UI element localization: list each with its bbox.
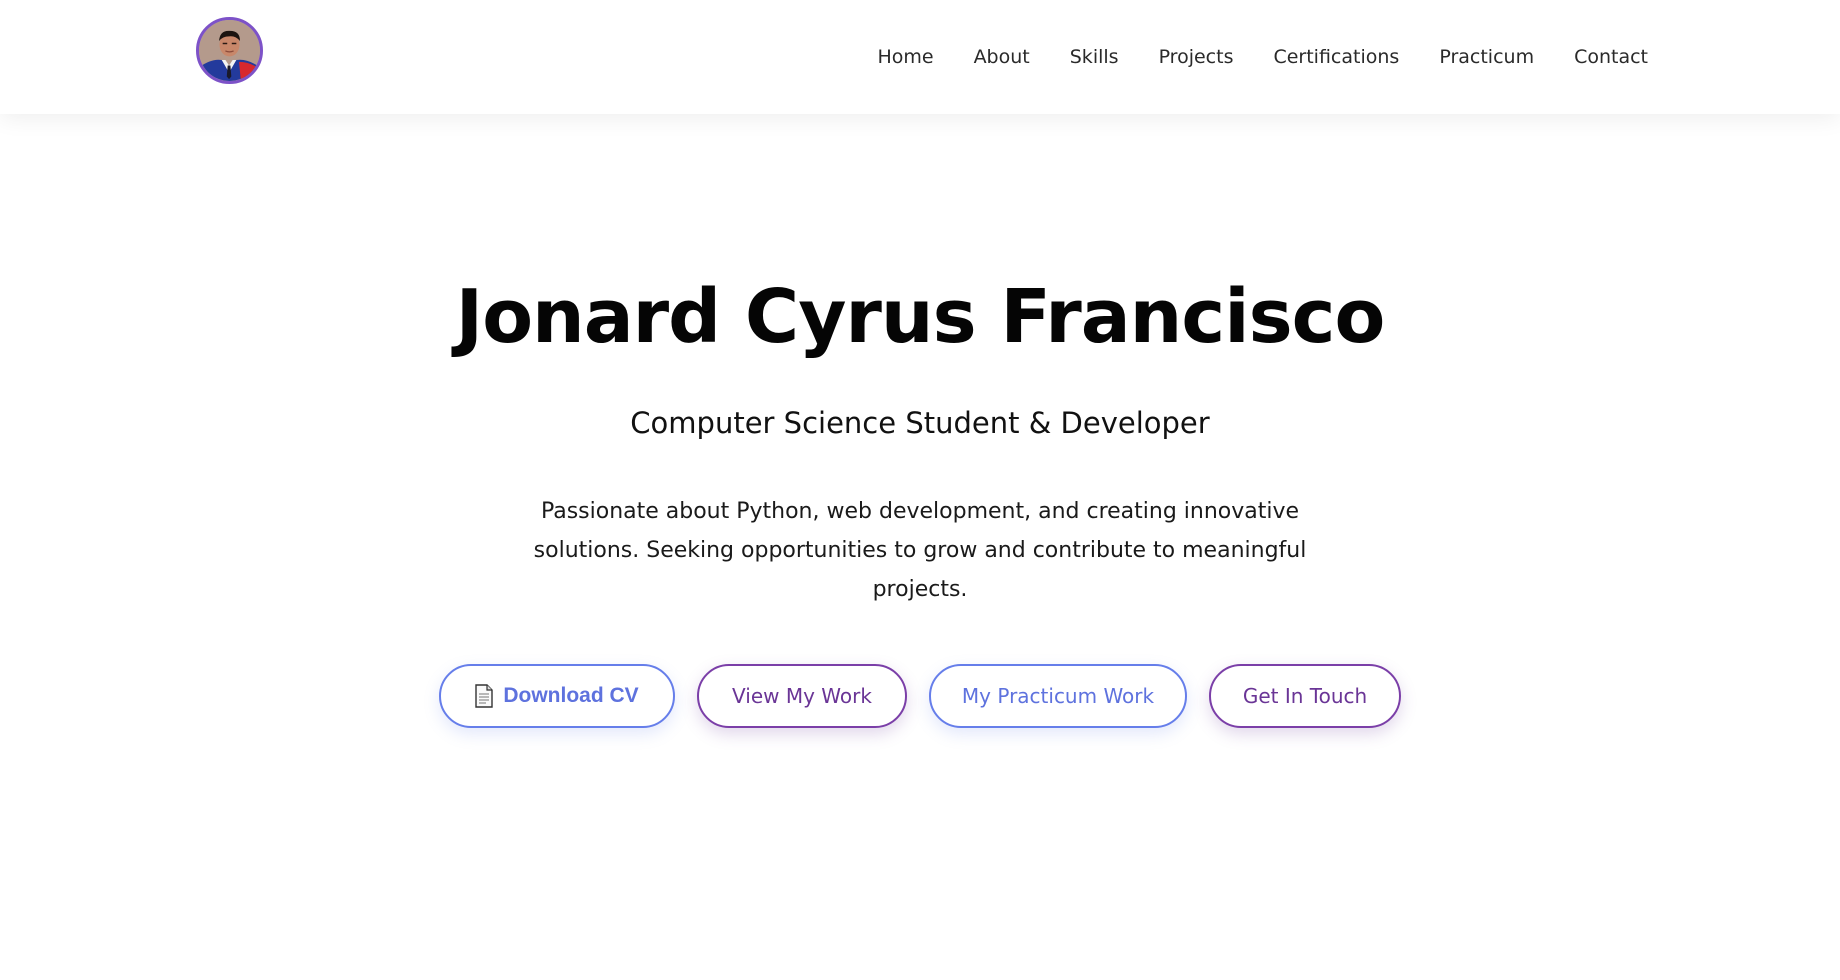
nav-projects[interactable]: Projects bbox=[1159, 46, 1234, 68]
hero-description: Passionate about Python, web development… bbox=[533, 499, 1307, 602]
main-nav: Home About Skills Projects Certification… bbox=[877, 0, 1648, 114]
profile-avatar[interactable] bbox=[196, 17, 263, 84]
get-in-touch-button[interactable]: Get In Touch bbox=[1209, 664, 1401, 728]
hero-name: Jonard Cyrus Francisco bbox=[455, 274, 1386, 360]
site-header: Home About Skills Projects Certification… bbox=[0, 0, 1840, 114]
nav-certifications[interactable]: Certifications bbox=[1273, 46, 1399, 68]
avatar-photo bbox=[199, 20, 260, 81]
document-icon bbox=[475, 684, 494, 708]
my-practicum-work-button[interactable]: My Practicum Work bbox=[929, 664, 1187, 728]
nav-practicum[interactable]: Practicum bbox=[1439, 46, 1534, 68]
download-cv-button[interactable]: Download CV bbox=[439, 664, 675, 728]
nav-skills[interactable]: Skills bbox=[1070, 46, 1119, 68]
hero-subtitle: Computer Science Student & Developer bbox=[630, 406, 1210, 440]
hero-buttons: Download CV View My Work My Practicum Wo… bbox=[0, 664, 1840, 728]
nav-home[interactable]: Home bbox=[877, 46, 933, 68]
download-cv-label: Download CV bbox=[503, 684, 639, 707]
nav-about[interactable]: About bbox=[974, 46, 1030, 68]
view-my-work-button[interactable]: View My Work bbox=[697, 664, 907, 728]
nav-contact[interactable]: Contact bbox=[1574, 46, 1648, 68]
hero-section: Jonard Cyrus Francisco Computer Science … bbox=[0, 114, 1840, 980]
